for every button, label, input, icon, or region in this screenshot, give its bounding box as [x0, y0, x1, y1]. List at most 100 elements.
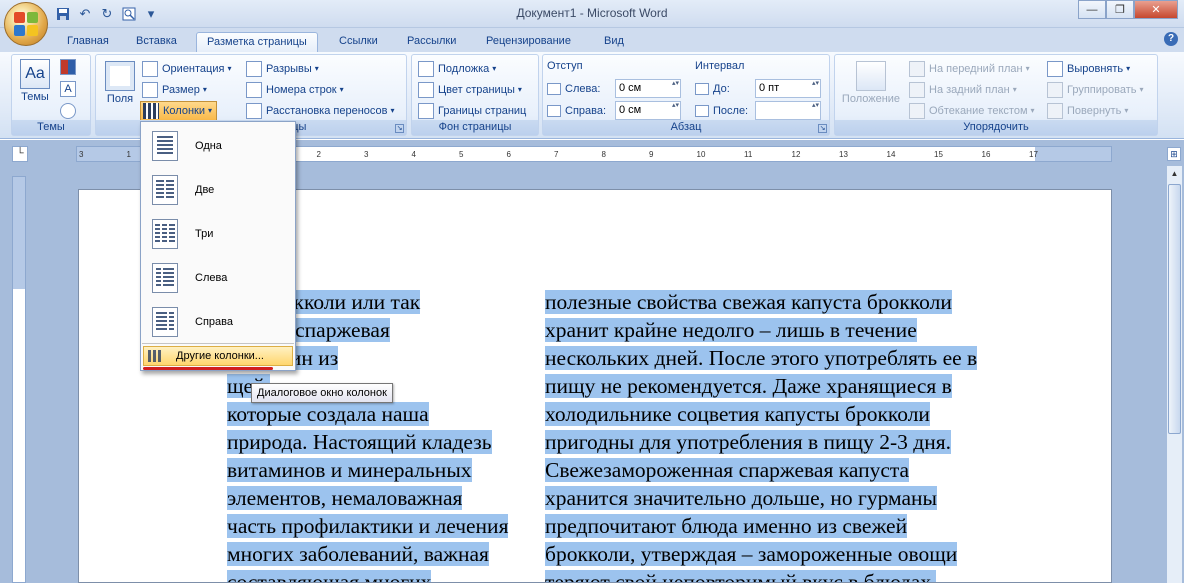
themes-group: Aa Темы A Темы [11, 54, 91, 136]
text-line[interactable]: холодильнике соцветия капусты брокколи [545, 400, 977, 428]
ruler-tick-label: 17 [1029, 150, 1038, 159]
text-line[interactable]: пищу не рекомендуется. Даже хранящиеся в [545, 372, 977, 400]
group-button[interactable]: Группировать ▾ [1047, 80, 1144, 100]
page-setup-launcher-icon[interactable]: ↘ [395, 124, 404, 133]
spacing-before-icon [695, 83, 709, 95]
tab-home[interactable]: Главная [57, 32, 119, 52]
tab-mailings[interactable]: Рассылки [397, 32, 466, 52]
themes-button[interactable]: Aa Темы [14, 57, 56, 103]
columns-two-item[interactable]: Две [142, 168, 294, 212]
text-line[interactable]: хранится значительно дольше, но гурманы [545, 484, 977, 512]
vertical-ruler[interactable] [12, 176, 26, 583]
ruler-tick-label: 5 [459, 150, 464, 159]
columns-three-item[interactable]: Три [142, 212, 294, 256]
ruler-tick-label: 13 [839, 150, 848, 159]
text-line[interactable]: витаминов и минеральных [227, 456, 508, 484]
indent-left-input[interactable]: 0 см [615, 79, 681, 98]
title-bar: ↶ ↻ ▾ Документ1 - Microsoft Word — ❐ ✕ [0, 0, 1184, 46]
scroll-up-icon[interactable]: ▲ [1167, 166, 1182, 182]
rotate-button[interactable]: Повернуть ▾ [1047, 101, 1128, 121]
text-line[interactable]: природа. Настоящий кладезь [227, 428, 508, 456]
columns-right-item[interactable]: Справа [142, 300, 294, 344]
text-line[interactable]: нескольких дней. После этого употреблять… [545, 344, 978, 372]
orientation-icon [142, 61, 158, 77]
theme-fonts-button[interactable]: A [60, 79, 80, 99]
align-button[interactable]: Выровнять ▾ [1047, 59, 1130, 79]
rotate-icon [1047, 103, 1063, 119]
columns-one-item[interactable]: Одна [142, 124, 294, 168]
page-color-button[interactable]: Цвет страницы ▾ [418, 80, 522, 100]
theme-effects-button[interactable] [60, 101, 80, 121]
breaks-button[interactable]: Разрывы ▾ [246, 59, 319, 79]
view-ruler-icon[interactable]: ⊞ [1167, 147, 1181, 161]
help-icon[interactable]: ? [1164, 32, 1178, 46]
text-line[interactable]: брокколи, утверждая – замороженные овощи [545, 540, 977, 568]
theme-colors-button[interactable] [60, 57, 80, 77]
selected-text: которые создала наша [227, 402, 429, 426]
line-numbers-button[interactable]: Номера строк ▾ [246, 80, 344, 100]
spacing-before-input[interactable]: 0 пт [755, 79, 821, 98]
indent-right-input[interactable]: 0 см [615, 101, 681, 120]
scrollbar-thumb[interactable] [1168, 184, 1181, 434]
text-line[interactable]: составляющая многих [227, 568, 508, 582]
tab-page-layout[interactable]: Разметка страницы [196, 32, 318, 52]
text-line[interactable]: теряют свой неповторимый вкус в блюдах. [545, 568, 977, 582]
orientation-button[interactable]: Ориентация ▾ [142, 59, 231, 79]
tab-selector-button[interactable]: └ [12, 146, 28, 162]
ruler-tick-label: 4 [411, 150, 416, 159]
columns-left-item[interactable]: Слева [142, 256, 294, 300]
ruler-tick-label: 3 [79, 150, 84, 159]
selected-text: теряют свой неповторимый вкус в блюдах. [545, 570, 937, 582]
paragraph-launcher-icon[interactable]: ↘ [818, 124, 827, 133]
spacing-after-input[interactable] [755, 101, 821, 120]
ruler-tick-label: 14 [886, 150, 896, 159]
columns-button[interactable]: Колонки ▾ [140, 101, 217, 121]
bring-to-front-button[interactable]: На передний план ▾ [909, 59, 1030, 79]
page-borders-button[interactable]: Границы страниц [418, 101, 526, 121]
size-button[interactable]: Размер ▾ [142, 80, 207, 100]
position-icon [856, 61, 886, 91]
selected-text: нескольких дней. После этого употреблять… [545, 346, 978, 370]
selected-text: хранит крайне недолго – лишь в течение [545, 318, 917, 342]
maximize-button[interactable]: ❐ [1106, 0, 1134, 19]
vertical-scrollbar[interactable]: ▲ [1166, 166, 1182, 583]
tab-review[interactable]: Рецензирование [476, 32, 581, 52]
watermark-button[interactable]: Подложка ▾ [418, 59, 496, 79]
indent-right-icon [547, 105, 561, 117]
themes-icon: Aa [20, 59, 50, 89]
position-button[interactable]: Положение [837, 59, 905, 105]
watermark-icon [418, 61, 434, 77]
minimize-button[interactable]: — [1078, 0, 1106, 19]
margins-button[interactable]: Поля [100, 59, 140, 105]
text-line[interactable]: предпочитают блюда именно из свежей [545, 512, 977, 540]
text-wrap-button[interactable]: Обтекание текстом ▾ [909, 101, 1035, 121]
send-to-back-button[interactable]: На задний план ▾ [909, 80, 1017, 100]
hyphenation-button[interactable]: Расстановка переносов ▾ [246, 101, 395, 121]
tab-insert[interactable]: Вставка [126, 32, 187, 52]
text-line[interactable]: пригодны для употребления в пищу 2-3 дня… [545, 428, 977, 456]
text-line[interactable]: Свежезамороженная спаржевая капуста [545, 456, 977, 484]
more-columns-item[interactable]: Другие колонки... [143, 346, 293, 366]
three-columns-icon [152, 219, 178, 249]
close-button[interactable]: ✕ [1134, 0, 1178, 19]
one-column-icon [152, 131, 178, 161]
text-line[interactable]: хранит крайне недолго – лишь в течение [545, 316, 977, 344]
indent-right-label: Справа: [547, 101, 606, 121]
indent-heading: Отступ [547, 60, 583, 72]
page-color-icon [418, 82, 434, 98]
text-line[interactable]: элементов, немаловажная [227, 484, 508, 512]
text-line[interactable]: многих заболеваний, важная [227, 540, 508, 568]
tab-view[interactable]: Вид [594, 32, 634, 52]
ruler-tick-label: 3 [364, 150, 369, 159]
text-line[interactable]: которые создала наша [227, 400, 508, 428]
align-icon [1047, 61, 1063, 77]
text-line[interactable]: часть профилактики и лечения [227, 512, 509, 540]
office-button[interactable] [4, 2, 48, 46]
ruler-tick-label: 11 [744, 150, 753, 159]
selected-text: пищу не рекомендуется. Даже хранящиеся в [545, 374, 952, 398]
text-line[interactable]: полезные свойства свежая капуста броккол… [545, 288, 977, 316]
ruler-tick-label: 10 [696, 150, 706, 159]
paragraph-group-label: Абзац [543, 120, 829, 135]
text-column-2[interactable]: полезные свойства свежая капуста броккол… [545, 288, 978, 582]
tab-references[interactable]: Ссылки [329, 32, 388, 52]
